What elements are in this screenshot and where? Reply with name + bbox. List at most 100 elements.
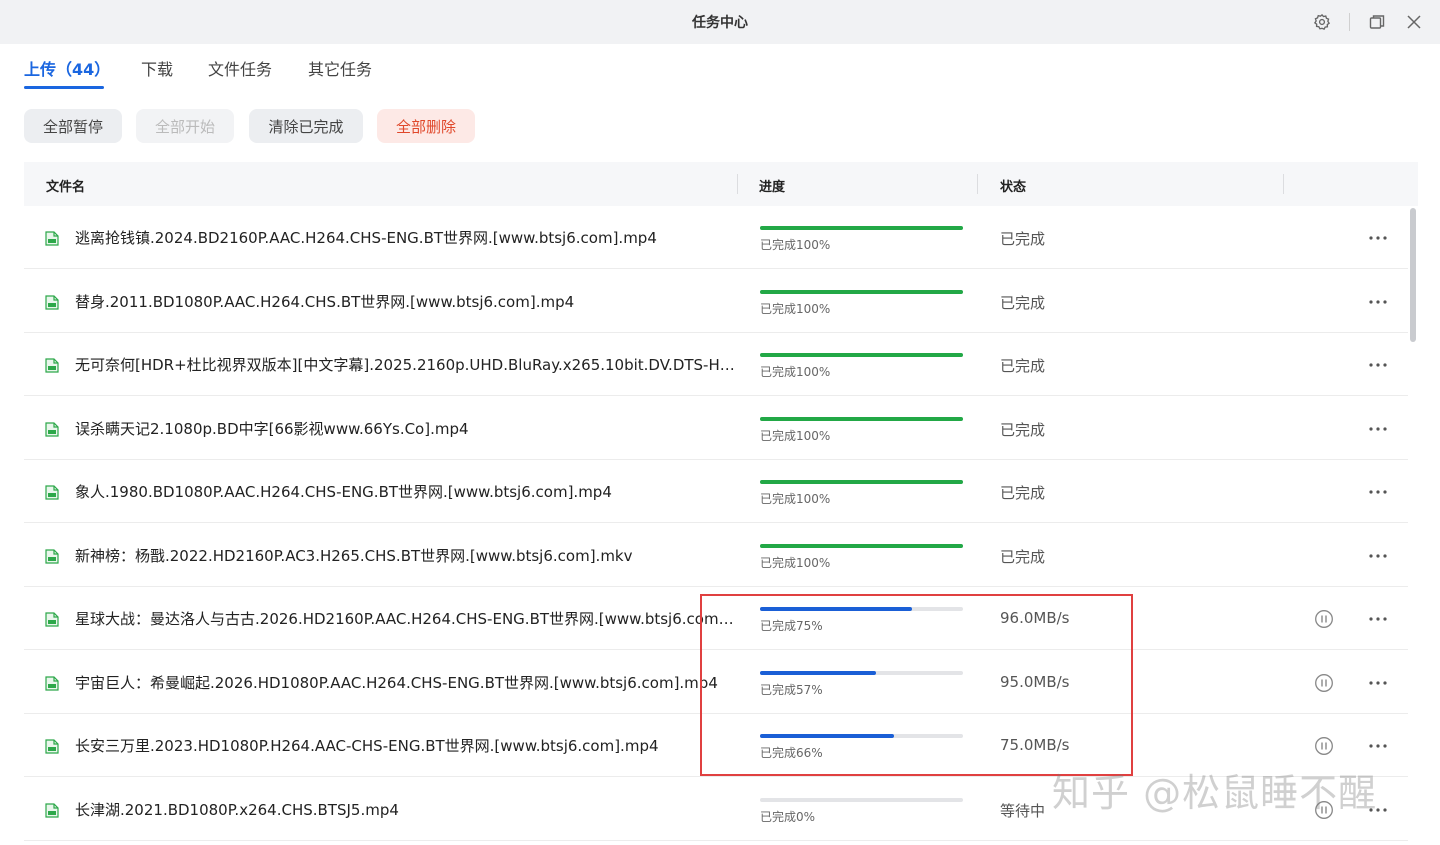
window-title: 任务中心 xyxy=(692,15,748,31)
more-options-icon[interactable] xyxy=(1366,609,1390,629)
table-row[interactable]: 逃离抢钱镇.2024.BD2160P.AAC.H264.CHS-ENG.BT世界… xyxy=(24,206,1408,269)
progress-bar xyxy=(760,543,963,548)
file-name: 宇宙巨人：希曼崛起.2026.HD1080P.AAC.H264.CHS-ENG.… xyxy=(75,673,718,692)
pause-icon[interactable] xyxy=(1314,673,1334,693)
file-name: 新神榜：杨戬.2022.HD2160P.AC3.H265.CHS.BT世界网.[… xyxy=(75,546,633,565)
active-tab-indicator xyxy=(24,86,104,89)
table-row[interactable]: 无可奈何[HDR+杜比视界双版本][中文字幕].2025.2160p.UHD.B… xyxy=(24,333,1408,396)
tab-file-tasks[interactable]: 文件任务 xyxy=(208,56,272,80)
progress-bar xyxy=(760,480,963,484)
status-text: 已完成 xyxy=(1000,484,1046,502)
table-row[interactable]: 宇宙巨人：希曼崛起.2026.HD1080P.AAC.H264.CHS-ENG.… xyxy=(24,651,1408,714)
status-text: 已完成 xyxy=(1000,357,1046,375)
video-file-icon xyxy=(45,294,59,310)
progress-text: 已完成0% xyxy=(760,809,816,824)
table-row[interactable]: 误杀瞒天记2.1080p.BD中字[66影视www.66Ys.Co].mp4 已完… xyxy=(24,397,1408,460)
title-bar: 任务中心 xyxy=(0,0,1440,44)
progress-bar-fill xyxy=(760,416,963,421)
progress-bar xyxy=(760,734,963,738)
table-row[interactable]: 长津湖.2021.BD1080P.x264.CHS.BTSJ5.mp4 已完成0%… xyxy=(24,778,1408,841)
video-file-icon xyxy=(45,231,59,246)
progress-bar xyxy=(760,670,963,675)
delete-all-button[interactable]: 全部删除 xyxy=(377,109,475,143)
more-options-icon[interactable] xyxy=(1366,800,1390,820)
more-options-icon[interactable] xyxy=(1366,419,1390,439)
status-text: 75.0MB/s xyxy=(1000,736,1070,754)
table-row[interactable]: 新神榜：杨戬.2022.HD2160P.AC3.H265.CHS.BT世界网.[… xyxy=(24,524,1408,587)
pause-icon[interactable] xyxy=(1314,609,1334,629)
progress-bar-fill xyxy=(760,543,963,548)
more-options-icon[interactable] xyxy=(1366,228,1390,248)
progress-bar xyxy=(760,289,963,294)
status-text: 96.0MB/s xyxy=(1000,609,1070,627)
video-file-icon xyxy=(45,802,59,818)
tab-other-tasks[interactable]: 其它任务 xyxy=(308,56,372,80)
restore-window-icon[interactable] xyxy=(1367,12,1387,32)
progress-bar xyxy=(760,226,963,230)
progress-text: 已完成100% xyxy=(760,365,831,379)
pause-all-button[interactable]: 全部暂停 xyxy=(24,109,122,143)
file-name: 长津湖.2021.BD1080P.x264.CHS.BTSJ5.mp4 xyxy=(75,800,399,819)
more-options-icon[interactable] xyxy=(1366,736,1390,756)
file-name: 误杀瞒天记2.1080p.BD中字[66影视www.66Ys.Co].mp4 xyxy=(75,419,469,438)
titlebar-separator xyxy=(1349,13,1350,31)
column-header-filename: 文件名 xyxy=(46,180,86,195)
progress-text: 已完成100% xyxy=(760,492,831,506)
tab-upload[interactable]: 上传（44） xyxy=(24,56,110,80)
column-header-progress: 进度 xyxy=(759,180,786,195)
status-text: 已完成 xyxy=(1000,420,1046,439)
more-options-icon[interactable] xyxy=(1366,673,1390,693)
progress-text: 已完成100% xyxy=(760,428,831,443)
status-text: 等待中 xyxy=(1000,801,1046,820)
table-row[interactable]: 替身.2011.BD1080P.AAC.H264.CHS.BT世界网.[www.… xyxy=(24,270,1408,333)
video-file-icon xyxy=(45,358,59,373)
column-separator xyxy=(977,174,978,194)
file-name: 逃离抢钱镇.2024.BD2160P.AAC.H264.CHS-ENG.BT世界… xyxy=(75,229,657,247)
video-file-icon xyxy=(45,485,59,500)
status-text: 已完成 xyxy=(1000,293,1046,312)
pause-icon[interactable] xyxy=(1314,800,1334,820)
column-header-status: 状态 xyxy=(1000,180,1027,195)
progress-text: 已完成57% xyxy=(760,682,823,697)
progress-bar-fill xyxy=(760,734,894,738)
status-text: 已完成 xyxy=(1000,230,1046,248)
column-separator xyxy=(737,174,738,194)
tab-download[interactable]: 下载 xyxy=(141,56,173,80)
clear-completed-button[interactable]: 清除已完成 xyxy=(249,109,363,143)
progress-bar xyxy=(760,797,963,802)
progress-bar-fill xyxy=(760,289,963,294)
start-all-button[interactable]: 全部开始 xyxy=(136,109,234,143)
column-separator xyxy=(1283,174,1284,194)
more-options-icon[interactable] xyxy=(1366,355,1390,375)
more-options-icon[interactable] xyxy=(1366,546,1390,566)
progress-bar-fill xyxy=(760,607,913,611)
file-name: 象人.1980.BD1080P.AAC.H264.CHS-ENG.BT世界网.[… xyxy=(75,483,612,501)
gear-icon[interactable] xyxy=(1312,12,1332,32)
pause-icon[interactable] xyxy=(1314,736,1334,756)
status-text: 已完成 xyxy=(1000,547,1046,566)
progress-bar-fill xyxy=(760,480,963,484)
progress-bar xyxy=(760,353,963,357)
table-row[interactable]: 象人.1980.BD1080P.AAC.H264.CHS-ENG.BT世界网.[… xyxy=(24,460,1408,523)
progress-bar-fill xyxy=(760,670,876,675)
progress-text: 已完成100% xyxy=(760,238,831,252)
table-row[interactable]: 长安三万里.2023.HD1080P.H264.AAC-CHS-ENG.BT世界… xyxy=(24,714,1408,777)
table-row[interactable]: 星球大战：曼达洛人与古古.2026.HD2160P.AAC.H264.CHS-E… xyxy=(24,587,1408,650)
status-text: 95.0MB/s xyxy=(1000,672,1070,691)
progress-bar-fill xyxy=(760,226,963,230)
scrollbar[interactable] xyxy=(1410,208,1416,342)
file-name: 无可奈何[HDR+杜比视界双版本][中文字幕].2025.2160p.UHD.B… xyxy=(75,356,735,374)
video-file-icon xyxy=(45,739,59,754)
video-file-icon xyxy=(45,675,59,691)
progress-bar xyxy=(760,607,963,611)
progress-bar-fill xyxy=(760,353,963,357)
progress-text: 已完成75% xyxy=(760,619,823,633)
progress-text: 已完成100% xyxy=(760,301,831,316)
more-options-icon[interactable] xyxy=(1366,292,1390,312)
progress-text: 已完成66% xyxy=(760,746,823,760)
progress-text: 已完成100% xyxy=(760,555,831,570)
file-name: 长安三万里.2023.HD1080P.H264.AAC-CHS-ENG.BT世界… xyxy=(75,737,659,755)
close-icon[interactable] xyxy=(1404,12,1424,32)
file-name: 星球大战：曼达洛人与古古.2026.HD2160P.AAC.H264.CHS-E… xyxy=(75,610,735,628)
more-options-icon[interactable] xyxy=(1366,482,1390,502)
